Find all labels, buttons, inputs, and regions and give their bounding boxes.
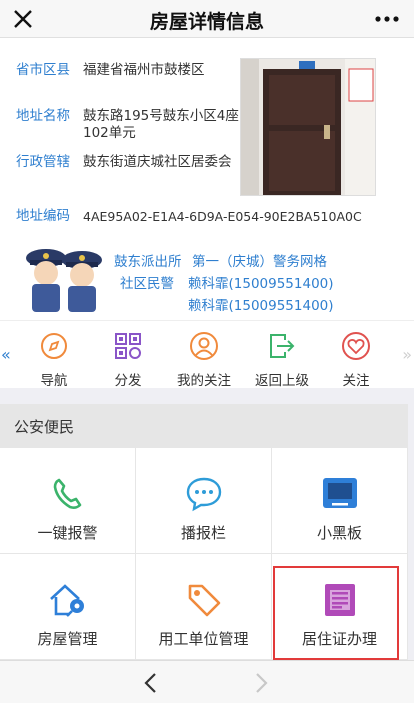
page-title: 房屋详情信息 <box>149 11 264 33</box>
house-photo <box>240 58 376 196</box>
scroll-left-icon[interactable]: « <box>1 345 11 364</box>
police-officers-illustration <box>26 249 102 312</box>
section-header: 公安便民 <box>0 404 408 448</box>
more-icon[interactable] <box>370 4 404 34</box>
strip-item-follow[interactable]: 关注 <box>316 331 396 389</box>
strip-item-go-back[interactable]: 返回上级 <box>242 331 322 389</box>
grid-item-blackboard[interactable]: 小黑板 <box>272 448 408 554</box>
strip-label: 关注 <box>342 373 370 389</box>
strip-label: 我的关注 <box>177 373 231 389</box>
info-value: 4AE95A02-E1A4-6D9A-E054-90E2BA510A0C <box>83 209 362 224</box>
info-label: 省市区县 <box>16 62 70 78</box>
officer-phone[interactable]: 赖科霏(15009551400) <box>188 272 334 292</box>
grid-item-employer-management[interactable]: 用工单位管理 <box>136 554 272 660</box>
chat-icon <box>186 477 221 512</box>
police-grid: 第一（庆城）警务网格 <box>192 254 327 270</box>
info-label: 地址编码 <box>16 208 70 224</box>
forward-arrow-icon[interactable] <box>250 671 272 695</box>
scroll-right-icon[interactable]: » <box>402 345 412 364</box>
selection-highlight <box>273 566 399 660</box>
strip-item-distribute[interactable]: 分发 <box>88 331 168 389</box>
qrcode-icon <box>115 333 141 359</box>
divider <box>0 388 414 404</box>
strip-label: 导航 <box>40 373 68 389</box>
grid-item-broadcast[interactable]: 播报栏 <box>136 448 272 554</box>
strip-item-my-follows[interactable]: 我的关注 <box>164 331 244 389</box>
grid-label: 一键报警 <box>37 524 98 542</box>
title-bar: 房屋详情信息 <box>0 0 414 38</box>
info-label: 地址名称 <box>16 108 70 124</box>
grid-label: 房屋管理 <box>37 630 98 648</box>
police-section: 鼓东派出所 第一（庆城）警务网格 社区民警 赖科霏(15009551400) 赖… <box>0 242 414 316</box>
officer-label: 社区民警 <box>120 276 174 292</box>
strip-label: 返回上级 <box>255 373 309 389</box>
house-key-icon <box>49 584 84 617</box>
grid-label: 用工单位管理 <box>158 630 249 648</box>
action-strip: « 导航 分发 我的关注 返回上级 关注 » <box>0 320 414 389</box>
info-value: 福建省福州市鼓楼区 <box>83 62 205 78</box>
grid-item-alarm[interactable]: 一键报警 <box>0 448 136 554</box>
info-value: 鼓东路195号鼓东小区4座102单元 <box>83 108 239 141</box>
grid-item-house-management[interactable]: 房屋管理 <box>0 554 136 660</box>
address-info: 省市区县 福建省福州市鼓楼区 地址名称 鼓东路195号鼓东小区4座102单元 行… <box>0 38 414 240</box>
grid-label: 播报栏 <box>180 524 226 542</box>
officer-phone[interactable]: 赖科霏(15009551400) <box>188 294 334 314</box>
blackboard-icon <box>322 478 357 508</box>
info-value: 鼓东街道庆城社区居委会 <box>83 154 232 170</box>
strip-label: 分发 <box>114 373 142 389</box>
grid-label: 小黑板 <box>316 524 362 542</box>
compass-icon <box>41 333 67 359</box>
bottom-navigation <box>0 660 414 703</box>
strip-item-navigate[interactable]: 导航 <box>14 331 94 389</box>
section-title: 公安便民 <box>14 418 75 436</box>
info-label: 行政管辖 <box>16 154 70 170</box>
police-station: 鼓东派出所 <box>114 254 182 270</box>
divider <box>408 404 414 660</box>
person-icon <box>190 332 218 360</box>
tag-icon <box>188 584 220 617</box>
exit-icon <box>270 334 295 358</box>
phone-icon <box>53 478 81 509</box>
heart-icon <box>342 332 370 360</box>
back-arrow-icon[interactable] <box>140 671 162 695</box>
